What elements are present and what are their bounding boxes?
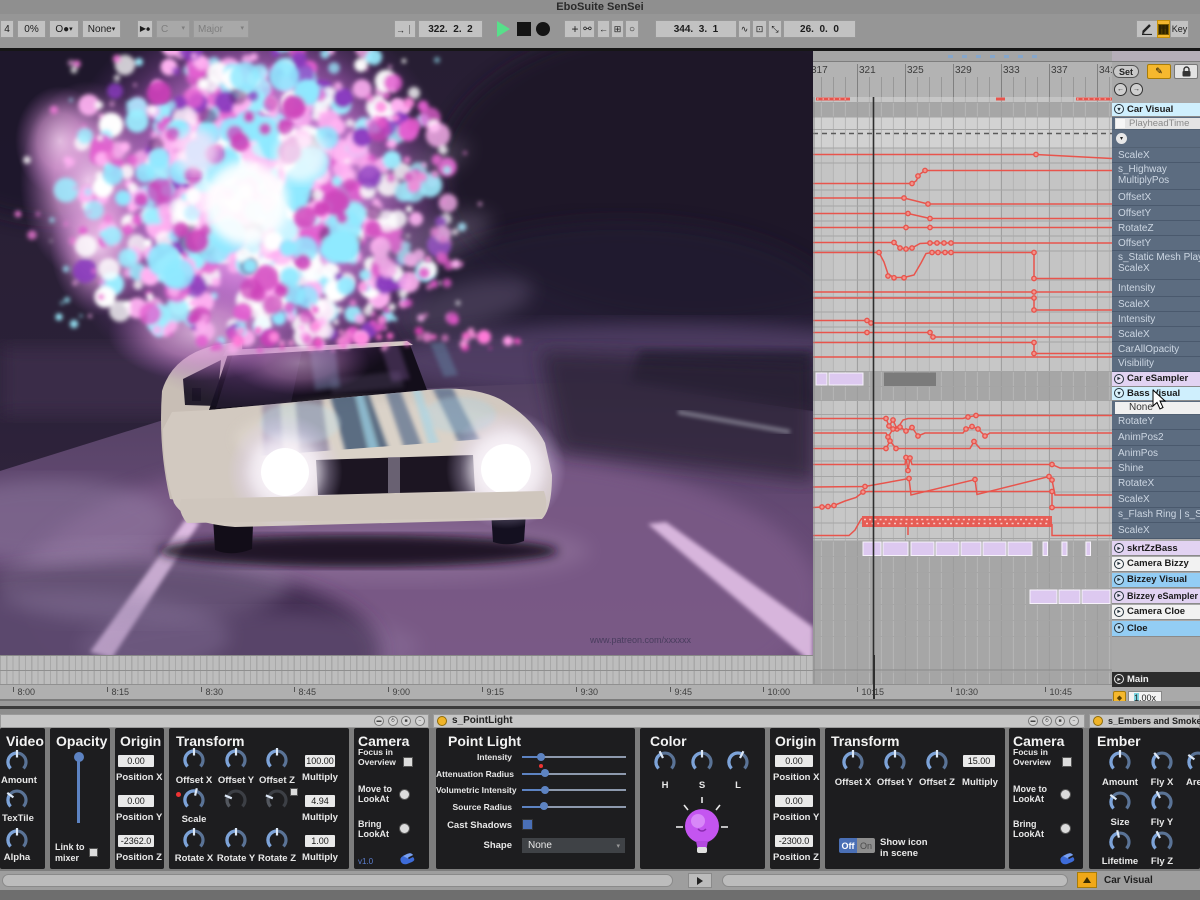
svg-text:www.patreon.com/xxxxxx: www.patreon.com/xxxxxx [589, 635, 692, 645]
